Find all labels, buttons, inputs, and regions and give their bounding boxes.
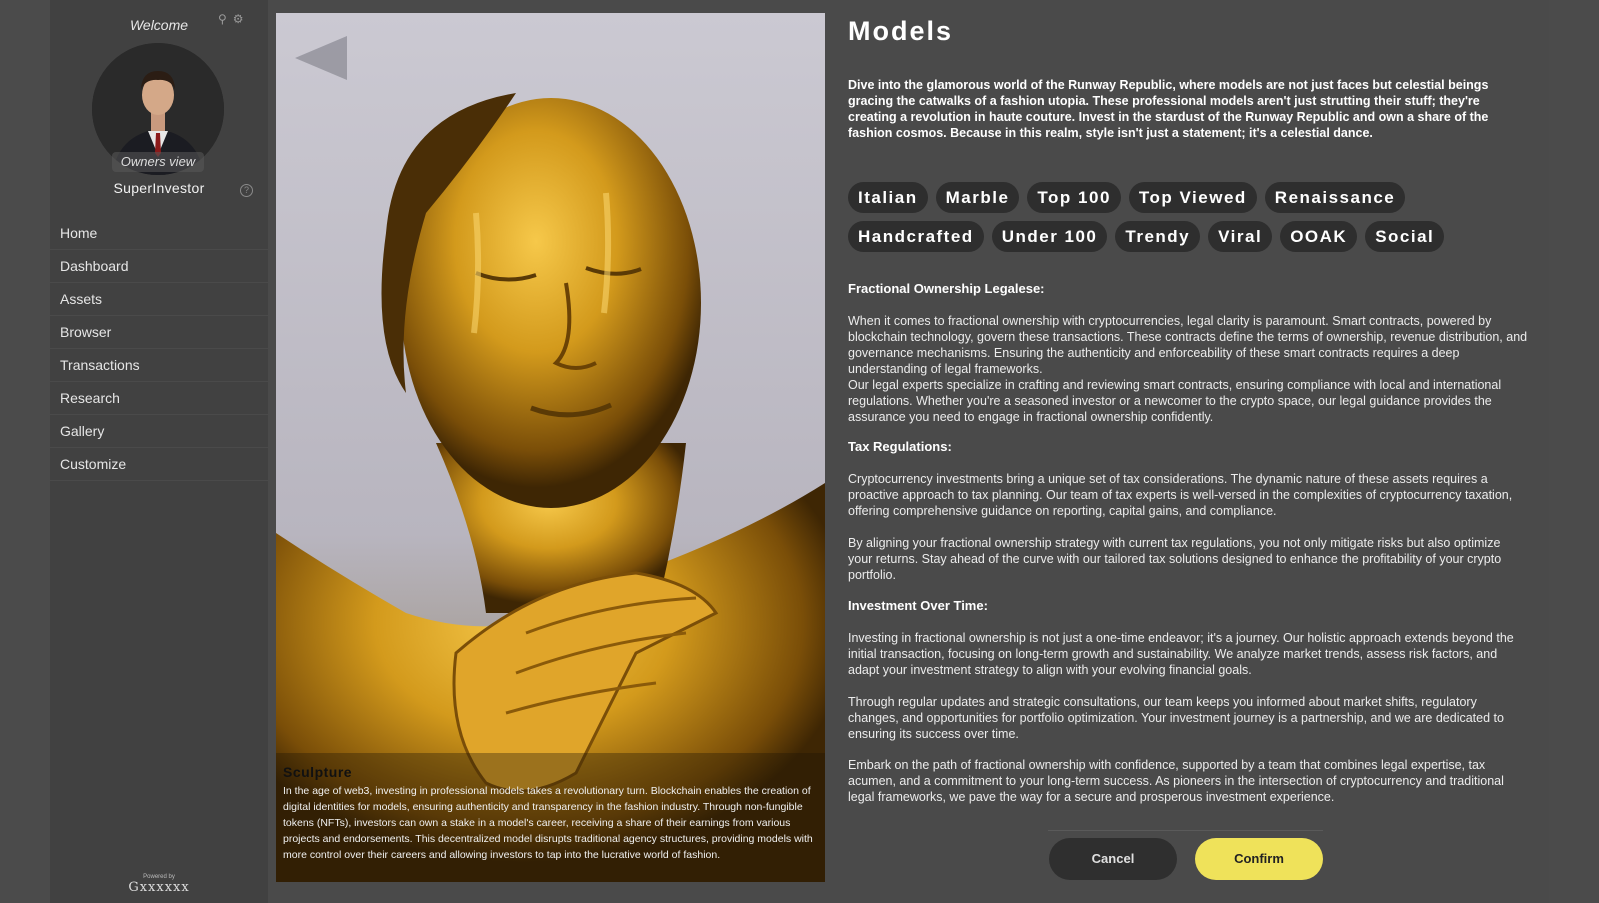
tax-heading: Tax Regulations: [848,439,952,454]
button-divider [1048,830,1323,831]
sidebar-item-browser[interactable]: Browser [50,316,268,349]
sidebar: Welcome ⚲ ⚙ Owners view SuperInvestor ? … [50,0,268,903]
sidebar-item-gallery[interactable]: Gallery [50,415,268,448]
tax-paragraph-1: Cryptocurrency investments bring a uniqu… [848,472,1513,518]
tag-italian[interactable]: Italian [848,182,928,213]
investment-paragraph-1: Investing in fractional ownership is not… [848,631,1514,677]
tag-row: Italian Marble Top 100 Top Viewed Renais… [848,182,1518,213]
content-panel: Models Dive into the glamorous world of … [848,0,1528,903]
tag-trendy[interactable]: Trendy [1115,221,1201,252]
model-image-panel: Sculpture In the age of web3, investing … [276,13,825,882]
gear-icon[interactable]: ⚙ [233,12,244,26]
left-gutter [0,0,50,903]
investment-paragraph-2: Through regular updates and strategic co… [848,695,1504,741]
tag-renaissance[interactable]: Renaissance [1264,182,1406,213]
search-icon[interactable]: ⚲ [218,12,227,26]
sidebar-top-icons: ⚲ ⚙ [218,12,244,26]
caption-title: Sculpture [283,764,353,780]
legal-heading: Fractional Ownership Legalese: [848,281,1045,296]
sidebar-item-customize[interactable]: Customize [50,448,268,481]
intro-text: Dive into the glamorous world of the Run… [848,78,1489,140]
right-gutter [1549,0,1599,903]
tag-marble[interactable]: Marble [935,182,1020,213]
tax-paragraph-2: By aligning your fractional ownership st… [848,536,1502,582]
tag-under-100[interactable]: Under 100 [991,221,1108,252]
investment-heading: Investment Over Time: [848,598,988,613]
tag-social[interactable]: Social [1365,221,1445,252]
owners-view-label[interactable]: Owners view [112,152,204,172]
sidebar-nav: Home Dashboard Assets Browser Transactio… [50,217,268,481]
gold-sculpture-image [276,13,825,882]
caption-text: In the age of web3, investing in profess… [283,785,813,861]
cancel-button[interactable]: Cancel [1049,838,1177,880]
brand-logo: Gxxxxxx [128,880,190,895]
sidebar-item-dashboard[interactable]: Dashboard [50,250,268,283]
sidebar-item-research[interactable]: Research [50,382,268,415]
tag-row: Handcrafted Under 100 Trendy Viral OOAK … [848,221,1518,252]
powered-by: Powered by Gxxxxxx [50,874,268,895]
confirm-button[interactable]: Confirm [1195,838,1323,880]
tag-top-100[interactable]: Top 100 [1027,182,1121,213]
tag-handcrafted[interactable]: Handcrafted [848,221,984,252]
tag-list: Italian Marble Top 100 Top Viewed Renais… [848,182,1518,260]
legal-paragraph-1: When it comes to fractional ownership wi… [848,314,1528,376]
legal-paragraph-2: Our legal experts specialize in crafting… [848,378,1502,424]
username: SuperInvestor [113,180,205,196]
sidebar-item-transactions[interactable]: Transactions [50,349,268,382]
tag-top-viewed[interactable]: Top Viewed [1128,182,1257,213]
tag-ooak[interactable]: OOAK [1280,221,1358,252]
back-arrow-icon[interactable] [295,36,347,80]
sidebar-item-assets[interactable]: Assets [50,283,268,316]
tag-viral[interactable]: Viral [1208,221,1273,252]
investment-paragraph-3: Embark on the path of fractional ownersh… [848,758,1504,804]
help-icon[interactable]: ? [240,184,253,197]
sidebar-item-home[interactable]: Home [50,217,268,250]
page-title: Models [848,16,954,46]
